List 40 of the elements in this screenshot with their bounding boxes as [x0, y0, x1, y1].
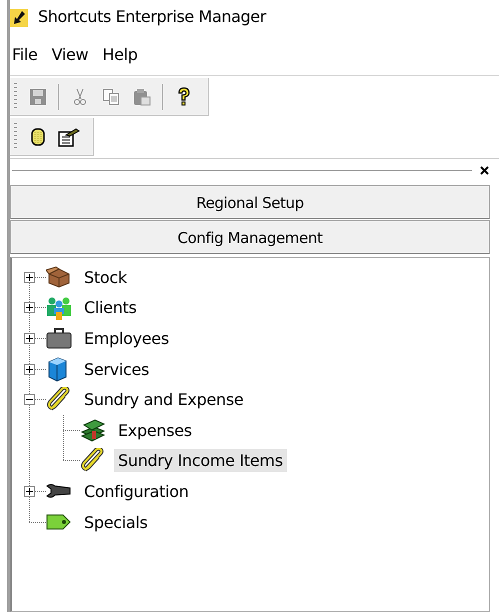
- close-button[interactable]: [478, 164, 490, 176]
- scissors-icon: [71, 88, 89, 106]
- collapse-toggle[interactable]: [24, 394, 35, 406]
- tree-item[interactable]: Employees: [80, 326, 173, 350]
- menu-item[interactable]: File: [12, 42, 44, 66]
- expand-toggle[interactable]: [24, 272, 35, 283]
- copy-icon: [102, 88, 120, 106]
- tree-item[interactable]: Stock: [80, 266, 131, 289]
- form-icon: [58, 126, 80, 146]
- tree-item[interactable]: Expenses: [114, 418, 196, 442]
- paperclip-icon: [80, 448, 106, 474]
- tree-item[interactable]: Sundry Income Items: [114, 449, 287, 472]
- tree-item[interactable]: Clients: [80, 296, 141, 320]
- paste-icon: [133, 88, 151, 106]
- app-icon: [10, 8, 28, 26]
- database-icon: [31, 126, 45, 146]
- section-button[interactable]: Regional Setup: [10, 185, 490, 219]
- paperclip-icon: [46, 386, 72, 413]
- briefcase-icon: [46, 327, 72, 350]
- tree-item[interactable]: Configuration: [80, 480, 193, 503]
- cube-icon: [46, 356, 68, 382]
- menu-item[interactable]: View: [52, 42, 94, 66]
- help-icon: [177, 86, 191, 106]
- tree-item[interactable]: Services: [80, 358, 154, 381]
- window-title: Shortcuts Enterprise Manager: [38, 7, 266, 26]
- expand-toggle[interactable]: [24, 364, 35, 375]
- expand-toggle[interactable]: [24, 332, 35, 344]
- section-button[interactable]: Config Management: [10, 220, 490, 254]
- tree-item[interactable]: Sundry and Expense: [80, 388, 248, 412]
- tag-icon: [46, 512, 72, 532]
- menu-item[interactable]: Help: [102, 42, 144, 66]
- box-icon: [46, 266, 72, 288]
- close-icon: [480, 166, 488, 174]
- expand-toggle[interactable]: [24, 486, 35, 497]
- tree-item[interactable]: Specials: [80, 510, 152, 534]
- people-icon: [46, 296, 72, 320]
- money-icon: [80, 418, 106, 442]
- wrench-icon: [46, 483, 72, 500]
- expand-toggle[interactable]: [24, 302, 35, 314]
- save-icon: [29, 88, 47, 106]
